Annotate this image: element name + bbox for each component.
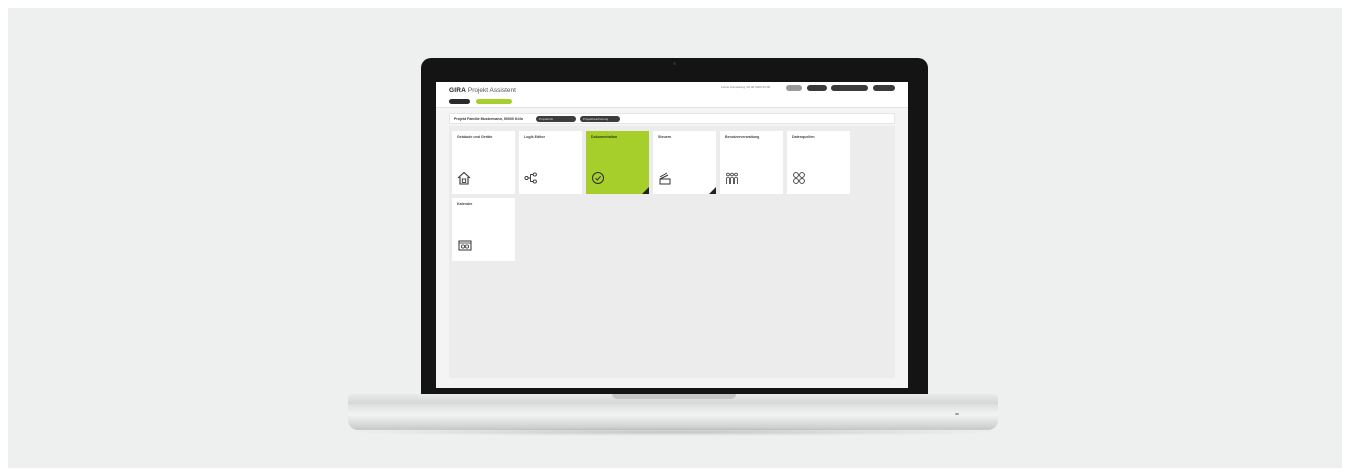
tile-label: Dokumentation (591, 135, 618, 139)
project-info-button[interactable]: Projektinfo (536, 116, 576, 122)
tile-label: Kalender (457, 202, 473, 206)
tile-label: Logik Editor (524, 135, 545, 139)
tile-steuern[interactable]: Steuern (653, 131, 716, 194)
webcam-icon (673, 62, 676, 65)
users-icon (726, 172, 738, 184)
tile-logik-editor[interactable]: Logik Editor (519, 131, 582, 194)
app-header: GIRA Projekt Assistent Letzte Anmeldung:… (436, 82, 908, 108)
tile-label: Gebäude und Geräte (457, 135, 493, 139)
project-title: Projekt Familie Mustermann, 50000 Köln (454, 117, 523, 121)
tile-benutzerverwaltung[interactable]: Benutzerverwaltung (720, 131, 783, 194)
app-name: Projekt Assistent (467, 87, 516, 94)
logic-nodes-icon (524, 172, 537, 184)
brand-logo: GIRA (449, 87, 467, 94)
calendar-device-icon (458, 240, 472, 251)
project-bar: Projekt Familie Mustermann, 50000 Köln P… (449, 113, 895, 124)
check-circle-icon (592, 172, 604, 184)
app-title: GIRA Projekt Assistent (449, 87, 516, 94)
tile-kalender[interactable]: Kalender (452, 198, 515, 261)
tile-label: Datenquellen (792, 135, 815, 139)
laptop-lid: GIRA Projekt Assistent Letzte Anmeldung:… (421, 58, 928, 396)
tile-label: Benutzerverwaltung (725, 135, 760, 139)
project-edit-button[interactable]: Projektbearbeitung (580, 116, 620, 122)
account-button[interactable] (807, 85, 827, 91)
tile-dokumentation[interactable]: Dokumentation (586, 131, 649, 194)
laptop-hinge (612, 394, 736, 399)
tile-label: Steuern (658, 135, 672, 139)
laptop-base-front (348, 404, 998, 430)
laptop-shadow (340, 428, 1006, 436)
status-info: Letzte Anmeldung: 00.00.0000 00:00 (721, 85, 771, 89)
tile-corner-marker (709, 187, 716, 194)
nav-button-back[interactable] (449, 99, 470, 104)
tile-datenquellen[interactable]: Datenquellen (787, 131, 850, 194)
stack-icon (659, 172, 671, 185)
laptop-screen: GIRA Projekt Assistent Letzte Anmeldung:… (436, 82, 908, 388)
grid-circles-icon (793, 172, 805, 184)
power-led-icon (955, 413, 959, 415)
house-icon (457, 171, 471, 185)
login-button[interactable] (831, 85, 868, 91)
help-button[interactable] (786, 85, 802, 91)
nav-button-projects[interactable] (476, 99, 512, 104)
tile-workspace: Gebäude und Geräte Logik Editor Dokument… (449, 126, 895, 378)
tile-gebaeude-und-geraete[interactable]: Gebäude und Geräte (452, 131, 515, 194)
tile-corner-marker (642, 187, 649, 194)
menu-button[interactable] (873, 85, 895, 91)
